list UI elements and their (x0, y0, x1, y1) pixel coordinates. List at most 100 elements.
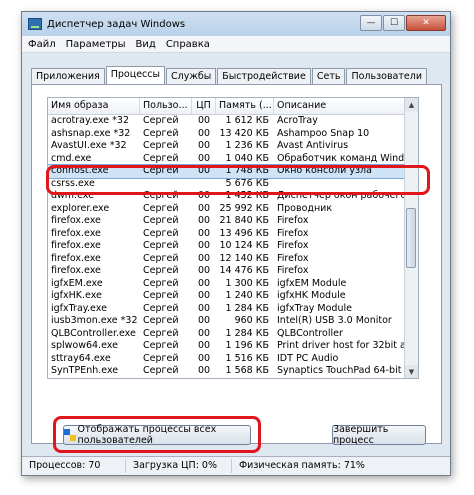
process-user: Сергей (143, 240, 179, 251)
maximize-button[interactable]: ☐ (383, 15, 405, 31)
task-manager-icon (28, 18, 42, 30)
process-description: Firefox (277, 240, 309, 251)
process-description: QLBController (277, 327, 343, 339)
column-memory[interactable]: Память (... (216, 98, 274, 114)
table-row[interactable]: igfxEM.exe Сергей 00 1 300 КБ igfxEM Module (48, 278, 418, 291)
close-icon: ✕ (422, 18, 430, 28)
process-user: Сергей (143, 290, 179, 301)
process-user: Сергей (143, 152, 179, 164)
table-row[interactable]: ashsnap.exe *32 Сергей 00 13 420 КБ Ashampoo… (48, 128, 418, 141)
process-description: Firefox (277, 265, 309, 276)
column-description[interactable]: Описание (274, 98, 418, 114)
process-memory: 12 140 КБ (219, 252, 269, 264)
table-row[interactable]: firefox.exe Сергей 00 13 496 КБ Firefox (48, 228, 418, 241)
end-process-button[interactable]: Завершить процесс (332, 424, 426, 446)
scroll-down-icon[interactable]: ▼ (405, 365, 418, 378)
table-row[interactable]: firefox.exe Сергей 00 21 840 КБ Firefox (48, 215, 418, 228)
scroll-thumb[interactable] (406, 208, 416, 268)
process-user: Сергей (143, 127, 179, 139)
process-user: Сергей (143, 215, 179, 226)
process-cpu: 00 (197, 290, 211, 301)
process-memory: 1 300 КБ (225, 277, 269, 289)
process-cpu: 00 (197, 352, 211, 364)
scroll-up-icon[interactable]: ▲ (405, 98, 418, 111)
process-description: Firefox (277, 215, 309, 226)
processes-panel: Имя образа Пользо... ЦП Память (... Опис… (31, 84, 442, 453)
process-user: Сергей (143, 352, 179, 364)
show-all-button-highlight (53, 416, 261, 453)
process-name: firefox.exe (51, 240, 101, 251)
process-cpu: 00 (197, 127, 211, 139)
process-memory: 21 840 КБ (219, 215, 269, 226)
column-cpu[interactable]: ЦП (192, 98, 216, 114)
column-user[interactable]: Пользо... (140, 98, 192, 114)
process-user: Сергей (143, 327, 179, 339)
table-row[interactable]: sttray64.exe Сергей 00 1 516 КБ IDT PC Audio (48, 353, 418, 366)
process-memory: 1 612 КБ (225, 115, 269, 126)
table-row[interactable]: SynTPEnh.exe Сергей 00 1 568 КБ Synaptics To… (48, 365, 418, 378)
table-row[interactable]: igfxHK.exe Сергей 00 1 240 КБ igfxHK Module (48, 290, 418, 303)
tab-users[interactable]: Пользователи (346, 68, 428, 84)
menu-file[interactable]: Файл (28, 39, 56, 50)
table-row[interactable]: firefox.exe Сергей 00 12 140 КБ Firefox (48, 253, 418, 266)
process-rows: acrotray.exe *32 Сергей 00 1 612 КБ AcroTray… (48, 115, 418, 378)
status-process-count: Процессов: 70 (22, 459, 126, 473)
process-name: iusb3mon.exe *32 (51, 315, 138, 326)
tab-applications[interactable]: Приложения (31, 68, 105, 84)
close-button[interactable]: ✕ (406, 15, 446, 31)
process-description: AcroTray (277, 115, 318, 126)
process-name: sttray64.exe (51, 352, 111, 364)
maximize-icon: ☐ (389, 18, 399, 28)
process-description: Avast Antivirus (277, 140, 349, 151)
table-row[interactable]: splwow64.exe Сергей 00 1 196 КБ Print driver… (48, 340, 418, 353)
table-row[interactable]: firefox.exe Сергей 00 10 124 КБ Firefox (48, 240, 418, 253)
process-memory: 10 124 КБ (219, 240, 269, 251)
minimize-icon: — (366, 18, 376, 28)
process-description: Print driver host for 32bit applications (277, 340, 418, 351)
process-list-header: Имя образа Пользо... ЦП Память (... Опис… (48, 98, 418, 115)
process-cpu: 00 (197, 277, 211, 289)
table-row[interactable]: iusb3mon.exe *32 Сергей 00 960 КБ Intel(R) U… (48, 315, 418, 328)
table-row[interactable]: cmd.exe Сергей 00 1 040 КБ Обработчик команд… (48, 153, 418, 166)
table-row[interactable]: acrotray.exe *32 Сергей 00 1 612 КБ AcroTray (48, 115, 418, 128)
process-cpu: 00 (197, 215, 211, 226)
menu-view[interactable]: Вид (136, 39, 156, 50)
tab-services[interactable]: Службы (166, 68, 217, 84)
process-memory: 14 476 КБ (219, 265, 269, 276)
process-name: firefox.exe (51, 265, 101, 276)
tab-performance[interactable]: Быстродействие (217, 68, 311, 84)
process-memory: 1 196 КБ (225, 340, 269, 351)
process-list[interactable]: Имя образа Пользо... ЦП Память (... Опис… (47, 97, 419, 379)
process-name: igfxHK.exe (51, 290, 102, 301)
process-name: firefox.exe (51, 215, 101, 226)
table-row[interactable]: AvastUI.exe *32 Сергей 00 1 236 КБ Avast Ant… (48, 140, 418, 153)
table-row[interactable]: firefox.exe Сергей 00 14 476 КБ Firefox (48, 265, 418, 278)
table-row[interactable]: igfxTray.exe Сергей 00 1 284 КБ igfxTray Mod… (48, 303, 418, 316)
table-row[interactable]: explorer.exe Сергей 00 25 992 КБ Проводник (48, 203, 418, 216)
process-memory: 13 496 КБ (219, 227, 269, 239)
menu-help[interactable]: Справка (166, 39, 210, 50)
process-memory: 1 568 КБ (225, 365, 269, 376)
process-user: Сергей (143, 315, 179, 326)
column-image-name[interactable]: Имя образа (48, 98, 140, 114)
title-bar[interactable]: Диспетчер задач Windows — ☐ ✕ (22, 12, 450, 36)
process-cpu: 00 (197, 152, 211, 164)
process-user: Сергей (143, 277, 179, 289)
process-user: Сергей (143, 115, 179, 126)
process-memory: 1 284 КБ (225, 327, 269, 339)
process-user: Сергей (143, 365, 179, 376)
vertical-scrollbar[interactable]: ▲ ▼ (404, 98, 418, 378)
process-user: Сергей (143, 302, 179, 314)
tab-processes[interactable]: Процессы (105, 66, 165, 84)
table-row[interactable]: QLBController.exe Сергей 00 1 284 КБ QLBCont… (48, 328, 418, 341)
process-description: Обработчик команд Windows (277, 152, 418, 164)
tab-network[interactable]: Сеть (311, 68, 346, 84)
menu-bar: Файл Параметры Вид Справка (22, 36, 450, 53)
process-cpu: 00 (197, 365, 211, 376)
menu-options[interactable]: Параметры (66, 39, 126, 50)
process-description: IDT PC Audio (277, 352, 339, 364)
process-memory: 1 284 КБ (225, 302, 269, 314)
process-name: splwow64.exe (51, 340, 118, 351)
process-user: Сергей (143, 140, 179, 151)
minimize-button[interactable]: — (360, 15, 382, 31)
